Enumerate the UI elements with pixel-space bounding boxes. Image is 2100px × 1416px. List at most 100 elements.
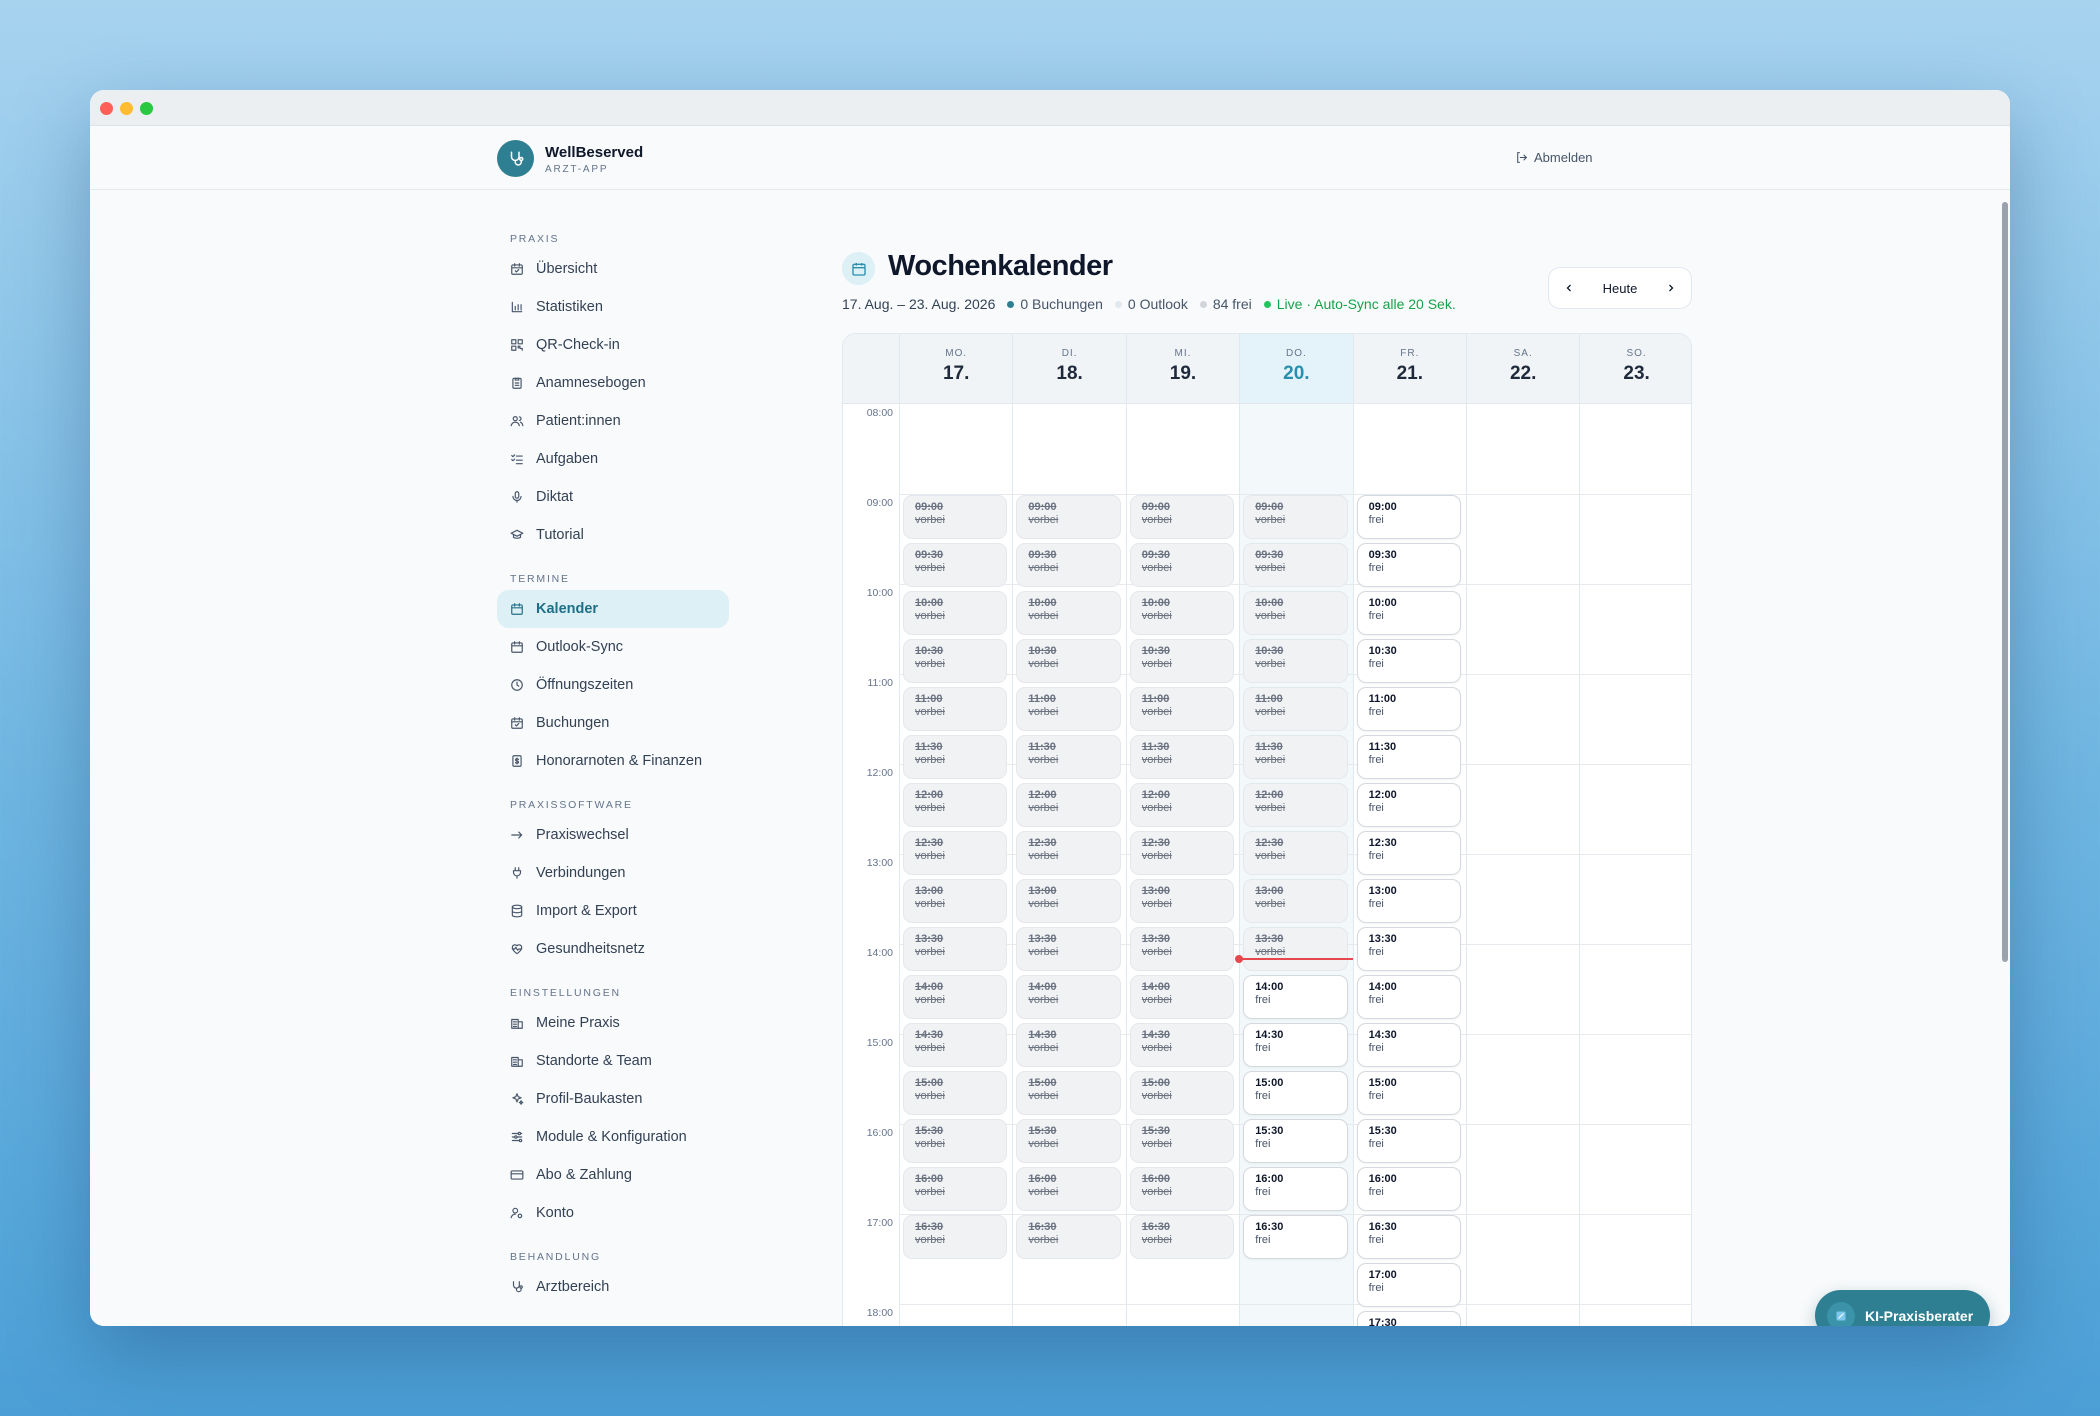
slot-time: 09:00 bbox=[915, 501, 944, 513]
free-slot[interactable]: 17:30frei bbox=[1356, 1311, 1461, 1326]
day-header[interactable]: MO. 17. bbox=[899, 334, 1013, 404]
scrollbar[interactable] bbox=[1998, 162, 2010, 1326]
free-slot[interactable]: 12:30 frei bbox=[1356, 831, 1461, 875]
sidebar-section-heading: EINSTELLUNGEN bbox=[510, 987, 621, 999]
day-header[interactable]: SO. 23. bbox=[1579, 334, 1691, 404]
free-slot[interactable]: 11:00 frei bbox=[1356, 687, 1461, 731]
free-slot[interactable]: 10:30 frei bbox=[1356, 639, 1461, 683]
sidebar-item-patient-innen[interactable]: Patient:innen bbox=[497, 402, 729, 440]
sidebar-item-label: QR-Check-in bbox=[536, 337, 620, 353]
free-slot[interactable]: 16:00 frei bbox=[1243, 1167, 1348, 1211]
sidebar-item-import-export[interactable]: Import & Export bbox=[497, 892, 729, 930]
slot-status: frei bbox=[1368, 850, 1384, 862]
free-slot[interactable]: 13:30 frei bbox=[1356, 927, 1461, 971]
sidebar-item-übersicht[interactable]: Übersicht bbox=[497, 250, 729, 288]
sidebar-item-module-konfiguration[interactable]: Module & Konfiguration bbox=[497, 1118, 729, 1156]
free-slot[interactable]: 16:30 frei bbox=[1243, 1215, 1348, 1259]
sidebar-item-arztbereich[interactable]: Arztbereich bbox=[497, 1268, 729, 1306]
heart-pulse-icon bbox=[510, 942, 524, 956]
maximize-window-button[interactable] bbox=[140, 102, 153, 115]
free-slot[interactable]: 09:00 frei bbox=[1356, 495, 1461, 539]
sidebar-item-gesundheitsnetz[interactable]: Gesundheitsnetz bbox=[497, 930, 729, 968]
today-button[interactable]: Heute bbox=[1603, 281, 1638, 296]
free-slot[interactable]: 16:00 frei bbox=[1356, 1167, 1461, 1211]
free-slot[interactable]: 16:30 frei bbox=[1356, 1215, 1461, 1259]
slot-time: 11:00 bbox=[1141, 693, 1170, 705]
past-slot: 09:30 vorbei bbox=[903, 543, 1008, 587]
day-header[interactable]: DO. 20. bbox=[1239, 334, 1353, 404]
free-slot[interactable]: 12:00 frei bbox=[1356, 783, 1461, 827]
free-slot[interactable]: 14:30 frei bbox=[1243, 1023, 1348, 1067]
hour-label: 09:00 bbox=[866, 497, 893, 509]
sidebar-item-honorarnoten-finanzen[interactable]: Honorarnoten & Finanzen bbox=[497, 742, 729, 780]
slot-time: 15:30 bbox=[1028, 1125, 1057, 1137]
sidebar-item-buchungen[interactable]: Buchungen bbox=[497, 704, 729, 742]
stethoscope-logo-icon[interactable] bbox=[497, 140, 534, 177]
past-slot: 13:00 vorbei bbox=[1016, 879, 1121, 923]
checklist-icon bbox=[510, 452, 524, 466]
free-slot[interactable]: 09:30 frei bbox=[1356, 543, 1461, 587]
day-header[interactable]: FR. 21. bbox=[1352, 334, 1466, 404]
sidebar-item-anamnesebogen[interactable]: Anamnesebogen bbox=[497, 364, 729, 402]
day-header[interactable]: MI. 19. bbox=[1125, 334, 1240, 404]
close-window-button[interactable] bbox=[100, 102, 113, 115]
slot-time: 13:30 bbox=[1255, 933, 1284, 945]
ai-assistant-button[interactable]: KI-Praxisberater bbox=[1815, 1290, 1990, 1326]
building-icon bbox=[510, 1016, 524, 1030]
past-slot: 14:30 vorbei bbox=[903, 1023, 1008, 1067]
slot-time: 10:30 bbox=[1141, 645, 1170, 657]
free-slot[interactable]: 14:00 frei bbox=[1243, 975, 1348, 1019]
sidebar-item-label: Meine Praxis bbox=[536, 1015, 620, 1031]
sidebar-item-verbindungen[interactable]: Verbindungen bbox=[497, 854, 729, 892]
outlook-dot bbox=[1114, 300, 1122, 308]
scrollbar-thumb[interactable] bbox=[2002, 202, 2008, 962]
slot-status: vorbei bbox=[915, 994, 945, 1006]
sidebar-item-kalender[interactable]: Kalender bbox=[497, 590, 729, 628]
app-window: WellBeserved ARZT-APP Abmelden PRAXIS Übe… bbox=[90, 90, 2010, 1326]
day-number: 23. bbox=[1623, 363, 1650, 384]
past-slot: 16:30 vorbei bbox=[903, 1215, 1008, 1259]
past-slot: 15:00 vorbei bbox=[1129, 1071, 1235, 1115]
free-slot[interactable]: 17:00 frei bbox=[1356, 1263, 1461, 1307]
sidebar-item-outlook-sync[interactable]: Outlook-Sync bbox=[497, 628, 729, 666]
sidebar-item-tutorial[interactable]: Tutorial bbox=[497, 516, 729, 554]
free-slot[interactable]: 14:00 frei bbox=[1356, 975, 1461, 1019]
free-slot[interactable]: 15:30 frei bbox=[1243, 1119, 1348, 1163]
past-slot: 13:30 vorbei bbox=[1016, 927, 1121, 971]
past-slot: 10:30 vorbei bbox=[1016, 639, 1121, 683]
sidebar-item-profil-baukasten[interactable]: Profil-Baukasten bbox=[497, 1080, 729, 1118]
free-slot[interactable]: 14:30 frei bbox=[1356, 1023, 1461, 1067]
past-slot: 10:30 vorbei bbox=[1243, 639, 1348, 683]
sidebar-item-aufgaben[interactable]: Aufgaben bbox=[497, 440, 729, 478]
slot-status: vorbei bbox=[1141, 994, 1172, 1006]
slot-status: frei bbox=[1368, 1282, 1384, 1294]
day-header[interactable]: DI. 18. bbox=[1012, 334, 1126, 404]
sidebar-item-öffnungszeiten[interactable]: Öffnungszeiten bbox=[497, 666, 729, 704]
sidebar-item-meine-praxis[interactable]: Meine Praxis bbox=[497, 1004, 729, 1042]
sidebar-item-abo-zahlung[interactable]: Abo & Zahlung bbox=[497, 1156, 729, 1194]
free-slot[interactable]: 15:00 frei bbox=[1243, 1071, 1348, 1115]
slot-status: frei bbox=[1368, 802, 1384, 814]
sidebar-item-standorte-team[interactable]: Standorte & Team bbox=[497, 1042, 729, 1080]
free-slot[interactable]: 15:00 frei bbox=[1356, 1071, 1461, 1115]
sidebar-item-statistiken[interactable]: Statistiken bbox=[497, 288, 729, 326]
free-slot[interactable]: 11:30 frei bbox=[1356, 735, 1461, 779]
slot-time: 09:30 bbox=[915, 549, 944, 561]
sidebar-item-qr-check-in[interactable]: QR-Check-in bbox=[497, 326, 729, 364]
free-slot[interactable]: 13:00 frei bbox=[1356, 879, 1461, 923]
sidebar-item-label: Import & Export bbox=[536, 903, 637, 919]
sidebar-item-konto[interactable]: Konto bbox=[497, 1194, 729, 1232]
past-slot: 12:30 vorbei bbox=[1016, 831, 1121, 875]
previous-week-button[interactable] bbox=[1557, 276, 1581, 300]
free-slot[interactable]: 10:00 frei bbox=[1356, 591, 1461, 635]
logout-icon bbox=[1517, 152, 1528, 163]
sidebar-item-diktat[interactable]: Diktat bbox=[497, 478, 729, 516]
slot-status: frei bbox=[1368, 1138, 1384, 1150]
past-slot: 09:30 vorbei bbox=[1016, 543, 1121, 587]
logout-button[interactable]: Abmelden bbox=[1515, 150, 1593, 165]
day-header[interactable]: SA. 22. bbox=[1466, 334, 1580, 404]
minimize-window-button[interactable] bbox=[120, 102, 133, 115]
free-slot[interactable]: 15:30 frei bbox=[1356, 1119, 1461, 1163]
sidebar-item-praxiswechsel[interactable]: Praxiswechsel bbox=[497, 816, 729, 854]
next-week-button[interactable] bbox=[1659, 276, 1683, 300]
